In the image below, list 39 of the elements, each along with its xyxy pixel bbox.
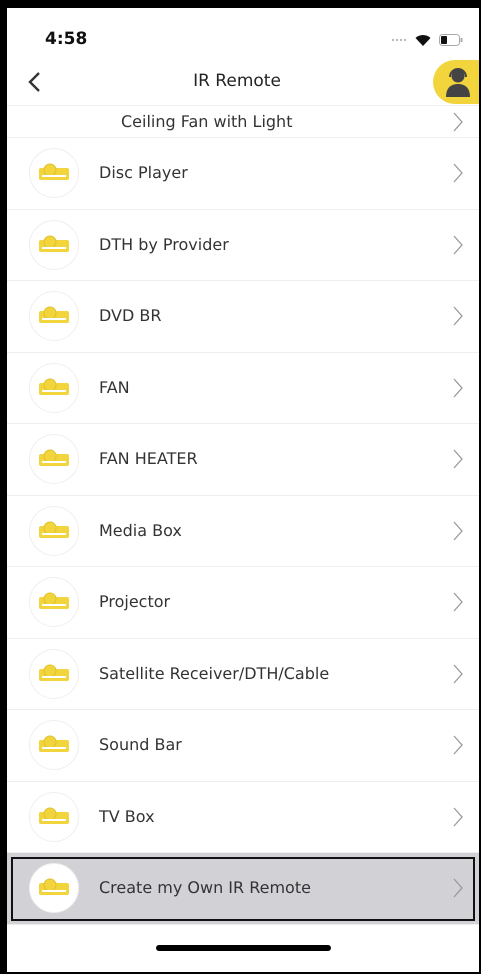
item-label: Projector (99, 591, 172, 614)
item-label: Sound Bar (99, 734, 183, 756)
chevron-right-icon (453, 520, 463, 541)
list-item[interactable]: FAN (7, 352, 479, 424)
item-label: FAN (99, 376, 131, 399)
chevron-right-icon (453, 592, 463, 612)
chevron-right-icon (453, 163, 463, 184)
chevron-right-icon (453, 378, 463, 398)
back-button[interactable] (27, 70, 41, 94)
list-item[interactable]: TV Box (7, 782, 479, 853)
item-label: Ceiling Fan with Light (121, 110, 294, 132)
chevron-right-icon (453, 112, 463, 132)
support-button[interactable] (432, 60, 479, 104)
list-item[interactable]: Media Box (7, 496, 479, 567)
item-label: DTH by Provider (99, 234, 230, 256)
chevron-right-icon (453, 878, 463, 898)
person-icon (444, 66, 472, 96)
signal-icon (390, 38, 407, 42)
chevron-right-icon (453, 234, 463, 255)
chevron-right-icon (453, 449, 463, 470)
item-label: Create my Own IR Remote (99, 877, 312, 900)
list-item[interactable]: Create my Own IR Remote (7, 853, 479, 924)
back-chevron-icon (27, 71, 41, 94)
item-label: FAN HEATER (99, 448, 199, 470)
item-label: Disc Player (99, 162, 189, 184)
item-label: Media Box (99, 520, 183, 542)
list-item[interactable]: Satellite Receiver/DTH/Cable (7, 638, 479, 710)
chevron-right-icon (453, 735, 463, 756)
status-time: 4:58 (45, 28, 88, 52)
list-item[interactable]: DTH by Provider (7, 210, 479, 281)
chevron-right-icon (453, 306, 463, 326)
battery-icon (438, 34, 463, 46)
screen-title: IR Remote (193, 70, 281, 93)
item-label: TV Box (99, 806, 156, 828)
wifi-icon (414, 34, 431, 46)
chevron-right-icon (453, 806, 463, 827)
item-label: Satellite Receiver/DTH/Cable (99, 662, 330, 685)
item-label: DVD BR (99, 305, 162, 328)
chevron-right-icon (453, 664, 463, 684)
